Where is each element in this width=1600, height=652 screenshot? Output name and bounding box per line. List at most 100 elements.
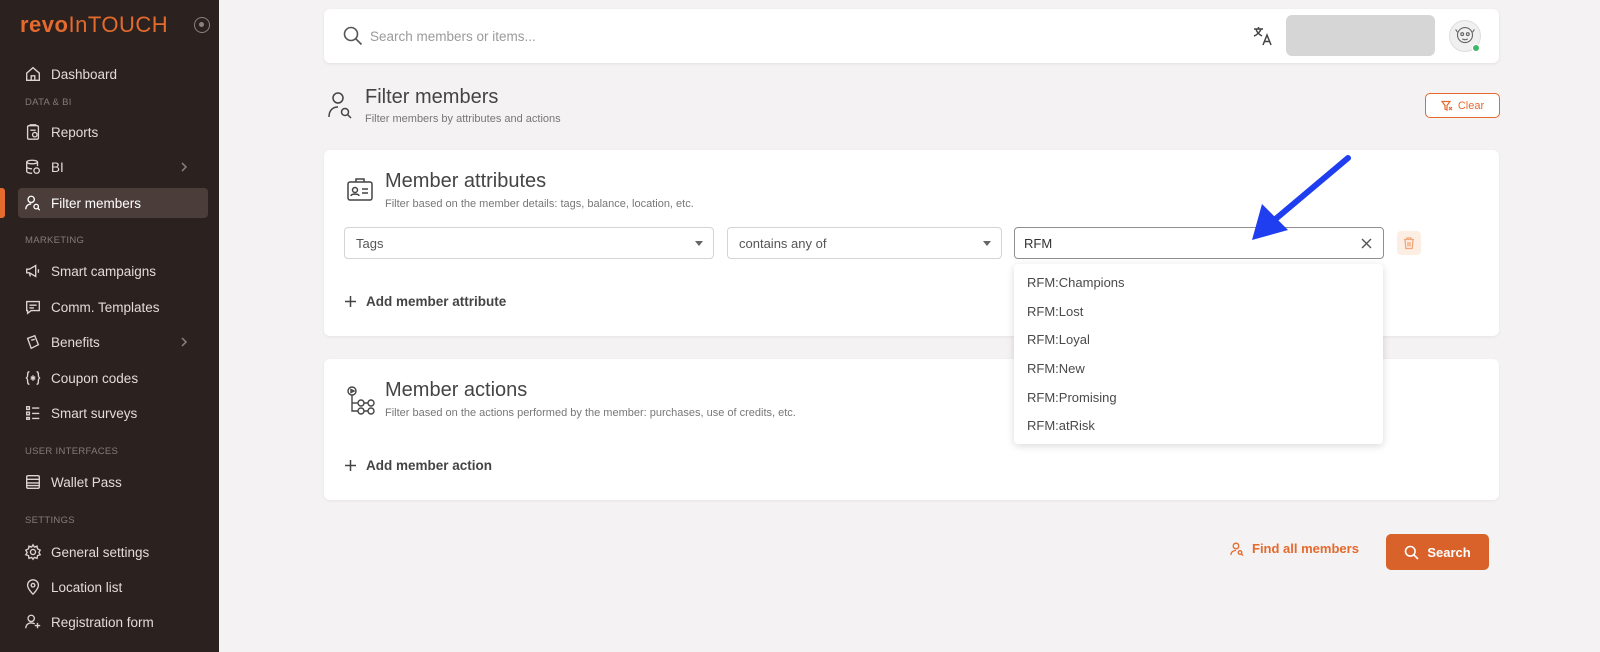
card-title: Member attributes: [385, 170, 547, 192]
clear-button-label: Clear: [1457, 99, 1485, 112]
search-button-label: Search: [1427, 544, 1471, 560]
find-all-label: Find all members: [1252, 541, 1359, 556]
chevron-right-icon: [181, 337, 188, 347]
global-search-input[interactable]: [370, 24, 870, 48]
user-search-icon: [1230, 542, 1244, 556]
map-pin-icon: [26, 579, 40, 596]
search-button[interactable]: Search: [1386, 534, 1489, 570]
section-label-user-interfaces: USER INTERFACES: [25, 446, 119, 457]
trash-icon: [1404, 237, 1414, 250]
sidebar-item-smart-surveys[interactable]: Smart surveys: [18, 398, 208, 428]
sidebar-item-benefits[interactable]: Benefits: [18, 327, 208, 357]
user-plus-icon: [25, 614, 41, 629]
sidebar-item-label: Dashboard: [51, 66, 118, 82]
caret-down-icon: [695, 241, 703, 246]
message-icon: [26, 300, 40, 315]
sidebar-item-comm-templates[interactable]: Comm. Templates: [18, 292, 208, 322]
dropdown-option[interactable]: RFM:Lost: [1014, 297, 1383, 326]
delete-attribute-button[interactable]: [1397, 231, 1421, 255]
id-card-icon: [347, 178, 373, 201]
clear-button[interactable]: Clear: [1425, 93, 1500, 118]
sidebar-item-label: Wallet Pass: [51, 474, 122, 490]
sidebar-item-label: Benefits: [51, 334, 100, 350]
add-link-label: Add member action: [366, 458, 493, 473]
online-status-dot: [1472, 44, 1480, 52]
sidebar-item-label: General settings: [51, 544, 150, 560]
chevron-right-icon: [181, 162, 188, 172]
section-label-data-bi: DATA & BI: [25, 97, 72, 108]
section-label-settings: SETTINGS: [25, 515, 75, 526]
sidebar-item-label: Location list: [51, 579, 123, 595]
active-indicator: [0, 188, 5, 218]
sidebar-item-label: Comm. Templates: [51, 299, 160, 315]
sidebar-item-dashboard[interactable]: Dashboard: [18, 59, 208, 89]
select-value: contains any of: [739, 235, 827, 251]
sidebar-item-label: Registration form: [51, 614, 154, 630]
translate-icon[interactable]: [1252, 25, 1274, 47]
ticket-icon: [26, 334, 40, 350]
gear-icon: [24, 543, 42, 561]
sidebar-item-location-list[interactable]: Location list: [18, 572, 208, 602]
add-member-attribute-button[interactable]: Add member attribute: [344, 294, 506, 309]
tag-suggestions-dropdown: RFM:Champions RFM:Lost RFM:Loyal RFM:New…: [1014, 264, 1383, 444]
card-title: Member actions: [385, 379, 528, 401]
sidebar-item-label: BI: [51, 159, 64, 175]
dropdown-option[interactable]: RFM:Champions: [1014, 268, 1383, 297]
megaphone-icon: [26, 264, 40, 278]
sidebar-item-general-settings[interactable]: General settings: [18, 537, 208, 567]
sidebar-item-label: Filter members: [51, 195, 142, 211]
braces-asterisk-icon: [25, 371, 41, 385]
section-label-marketing: MARKETING: [25, 235, 85, 246]
sidebar-item-label: Coupon codes: [51, 370, 139, 386]
sidebar-item-coupon-codes[interactable]: Coupon codes: [18, 363, 208, 393]
search-icon: [1405, 545, 1419, 560]
sidebar-item-filter-members[interactable]: Filter members: [18, 188, 208, 218]
attribute-operator-select[interactable]: contains any of: [727, 227, 1002, 259]
page-subtitle: Filter members by attributes and actions: [365, 113, 561, 125]
card-subtitle: Filter based on the member details: tags…: [385, 198, 694, 210]
logo-text-light: InTOUCH: [68, 12, 169, 37]
wallet-pass-icon: [26, 475, 40, 489]
user-search-icon: [25, 195, 41, 211]
find-all-members-button[interactable]: Find all members: [1230, 541, 1359, 556]
search-icon: [343, 26, 363, 46]
sidebar: revoInTOUCH Dashboard DATA & BI Reports …: [0, 0, 219, 652]
sidebar-item-registration-form[interactable]: Registration form: [18, 607, 208, 637]
home-icon: [26, 66, 40, 81]
dropdown-option[interactable]: RFM:Loyal: [1014, 325, 1383, 354]
add-member-action-button[interactable]: Add member action: [344, 458, 492, 473]
sidebar-item-wallet-pass[interactable]: Wallet Pass: [18, 467, 208, 497]
dropdown-option[interactable]: RFM:New: [1014, 354, 1383, 383]
sidebar-item-label: Smart surveys: [51, 405, 138, 421]
report-icon: [26, 124, 40, 140]
annotation-arrow: [1252, 155, 1351, 240]
attribute-field-select[interactable]: Tags: [344, 227, 714, 259]
list-checks-icon: [26, 406, 40, 420]
sidebar-item-smart-campaigns[interactable]: Smart campaigns: [18, 256, 208, 286]
close-icon[interactable]: [1360, 237, 1373, 250]
filter-clear-icon: [1440, 100, 1453, 111]
select-value: Tags: [356, 235, 384, 251]
sidebar-item-bi[interactable]: BI: [18, 152, 208, 182]
page-title: Filter members: [365, 86, 499, 108]
app-logo[interactable]: revoInTOUCH: [20, 12, 168, 38]
add-link-label: Add member attribute: [366, 294, 507, 309]
logo-row: revoInTOUCH: [20, 12, 210, 38]
top-bar: [324, 9, 1499, 63]
sidebar-item-label: Smart campaigns: [51, 263, 157, 279]
card-subtitle: Filter based on the actions performed by…: [385, 407, 796, 419]
collapse-sidebar-icon[interactable]: [194, 17, 210, 33]
user-search-icon: [328, 92, 352, 119]
plus-icon: [345, 296, 356, 307]
dropdown-option[interactable]: RFM:Promising: [1014, 383, 1383, 412]
plus-icon: [345, 460, 356, 471]
sidebar-item-label: Reports: [51, 124, 99, 140]
account-switcher[interactable]: [1286, 15, 1435, 56]
workflow-icon: [347, 386, 375, 415]
dropdown-option[interactable]: RFM:atRisk: [1014, 411, 1383, 440]
caret-down-icon: [983, 241, 991, 246]
logo-text-bold: revo: [20, 12, 69, 37]
input-value: RFM: [1024, 235, 1053, 251]
sidebar-item-reports[interactable]: Reports: [18, 117, 208, 147]
database-icon: [26, 159, 40, 174]
